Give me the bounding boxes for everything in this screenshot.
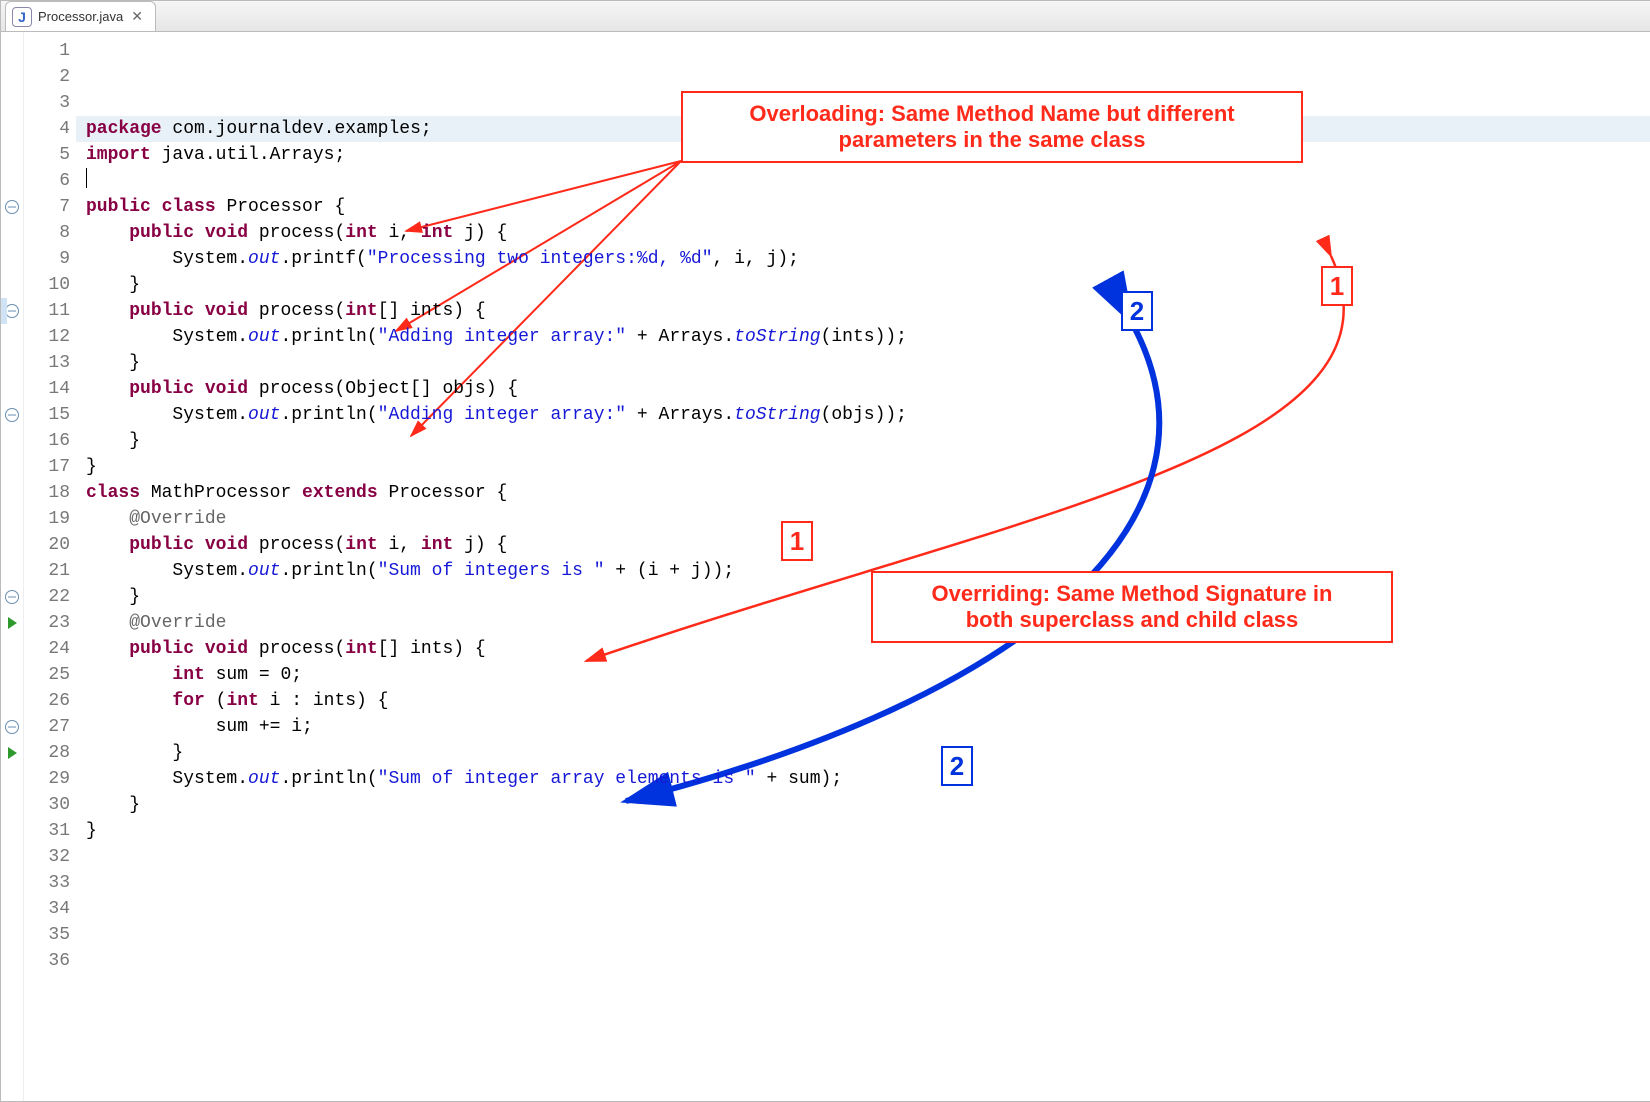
line-number: 3	[24, 90, 70, 116]
code-area: 1234567891011121314151617181920212223242…	[1, 32, 1650, 1101]
line-number: 14	[24, 376, 70, 402]
line-number: 8	[24, 220, 70, 246]
editor-tab-processor[interactable]: J Processor.java ✕	[5, 1, 156, 31]
code-line[interactable]: System.out.println("Sum of integers is "…	[86, 558, 1650, 584]
line-number: 15	[24, 402, 70, 428]
line-number: 11	[24, 298, 70, 324]
line-number: 24	[24, 636, 70, 662]
line-number: 23	[24, 610, 70, 636]
code-line[interactable]: System.out.printf("Processing two intege…	[86, 246, 1650, 272]
code-line[interactable]: import java.util.Arrays;	[86, 142, 1650, 168]
line-number: 36	[24, 948, 70, 974]
editor-window: J Processor.java ✕ 123456789101112131415…	[0, 0, 1650, 1102]
java-file-icon: J	[12, 7, 32, 27]
code-line[interactable]: public class Processor {	[86, 194, 1650, 220]
line-number: 34	[24, 896, 70, 922]
line-number: 6	[24, 168, 70, 194]
line-number: 32	[24, 844, 70, 870]
line-number: 27	[24, 714, 70, 740]
change-marker	[1, 298, 7, 324]
code-line[interactable]: }	[86, 584, 1650, 610]
override-marker-icon[interactable]	[8, 617, 17, 629]
line-number: 19	[24, 506, 70, 532]
tab-title: Processor.java	[38, 9, 123, 24]
override-marker-icon[interactable]	[8, 747, 17, 759]
code-line[interactable]: public void process(Object[] objs) {	[86, 376, 1650, 402]
fold-toggle-icon[interactable]	[5, 200, 19, 214]
code-editor[interactable]: package com.journaldev.examples;import j…	[76, 32, 1650, 1101]
line-number: 9	[24, 246, 70, 272]
code-line[interactable]: System.out.println("Adding integer array…	[86, 402, 1650, 428]
glyph-margin	[1, 32, 24, 1101]
code-line[interactable]: }	[86, 428, 1650, 454]
code-line[interactable]: System.out.println("Adding integer array…	[86, 324, 1650, 350]
code-line[interactable]: }	[86, 350, 1650, 376]
line-number: 22	[24, 584, 70, 610]
line-number: 21	[24, 558, 70, 584]
code-line[interactable]: public void process(int[] ints) {	[86, 298, 1650, 324]
code-line[interactable]: }	[86, 818, 1650, 844]
code-line[interactable]: }	[86, 454, 1650, 480]
fold-toggle-icon[interactable]	[5, 408, 19, 422]
code-line[interactable]: public void process(int i, int j) {	[86, 532, 1650, 558]
code-line[interactable]	[86, 168, 1650, 194]
line-number: 20	[24, 532, 70, 558]
code-line[interactable]: for (int i : ints) {	[86, 688, 1650, 714]
code-line[interactable]: class MathProcessor extends Processor {	[86, 480, 1650, 506]
fold-toggle-icon[interactable]	[5, 304, 19, 318]
line-number: 12	[24, 324, 70, 350]
line-number-gutter: 1234567891011121314151617181920212223242…	[24, 32, 76, 1101]
fold-toggle-icon[interactable]	[5, 590, 19, 604]
line-number: 1	[24, 38, 70, 64]
code-line[interactable]: @Override	[86, 610, 1650, 636]
line-number: 17	[24, 454, 70, 480]
line-number: 33	[24, 870, 70, 896]
line-number: 7	[24, 194, 70, 220]
code-line[interactable]: }	[86, 272, 1650, 298]
line-number: 16	[24, 428, 70, 454]
line-number: 28	[24, 740, 70, 766]
line-number: 13	[24, 350, 70, 376]
line-number: 35	[24, 922, 70, 948]
line-number: 29	[24, 766, 70, 792]
line-number: 18	[24, 480, 70, 506]
code-line[interactable]: public void process(int[] ints) {	[86, 636, 1650, 662]
code-line[interactable]: System.out.println("Sum of integer array…	[86, 766, 1650, 792]
close-tab-icon[interactable]: ✕	[129, 8, 145, 25]
code-line[interactable]: package com.journaldev.examples;	[86, 116, 1650, 142]
code-line[interactable]: }	[86, 792, 1650, 818]
code-line[interactable]: public void process(int i, int j) {	[86, 220, 1650, 246]
line-number: 25	[24, 662, 70, 688]
tab-bar: J Processor.java ✕	[1, 1, 1650, 32]
line-number: 5	[24, 142, 70, 168]
line-number: 26	[24, 688, 70, 714]
line-number: 31	[24, 818, 70, 844]
line-number: 10	[24, 272, 70, 298]
code-line[interactable]: int sum = 0;	[86, 662, 1650, 688]
fold-toggle-icon[interactable]	[5, 720, 19, 734]
line-number: 30	[24, 792, 70, 818]
code-line[interactable]: }	[86, 740, 1650, 766]
code-line[interactable]: sum += i;	[86, 714, 1650, 740]
code-line[interactable]: @Override	[86, 506, 1650, 532]
line-number: 4	[24, 116, 70, 142]
line-number: 2	[24, 64, 70, 90]
